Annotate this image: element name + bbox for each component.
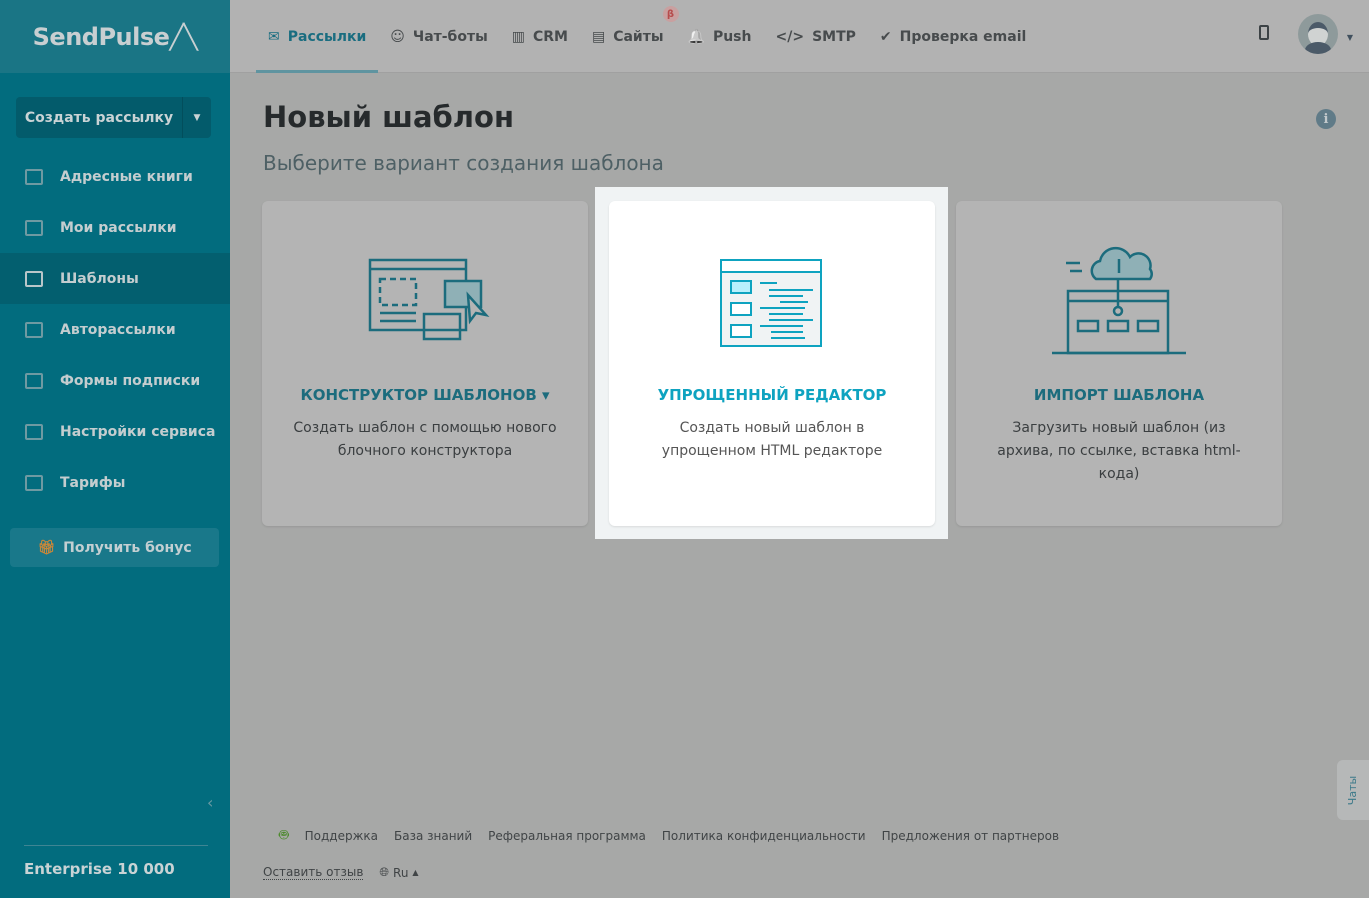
tab-chatbots[interactable]: ☺ Чат-боты bbox=[378, 0, 499, 73]
footer-link-referral[interactable]: Реферальная программа bbox=[488, 829, 646, 843]
sidebar: SendPulse ╱╲ Создать рассылку ▼ Адресные … bbox=[0, 0, 230, 898]
import-template-card[interactable]: ИМПОРТ ШАБЛОНА Загрузить новый шаблон (и… bbox=[956, 201, 1282, 526]
sidebar-item-settings[interactable]: Настройки сервиса bbox=[0, 406, 230, 457]
card-description: Загрузить новый шаблон (из архива, по сс… bbox=[997, 420, 1241, 482]
mail-icon: ✉ bbox=[268, 28, 280, 45]
tab-label: Проверка email bbox=[899, 28, 1027, 45]
sidebar-nav: Адресные книги Мои рассылки Шаблоны Авто… bbox=[0, 151, 230, 508]
create-campaign-label[interactable]: Создать рассылку bbox=[16, 97, 183, 138]
card-description: Создать новый шаблон в упрощенном HTML р… bbox=[661, 420, 883, 459]
sidebar-item-label: Адресные книги bbox=[60, 168, 193, 185]
outbox-icon bbox=[25, 219, 43, 236]
code-icon: </> bbox=[775, 28, 805, 45]
sidebar-item-label: Формы подписки bbox=[60, 372, 201, 389]
plan-name[interactable]: Enterprise 10 000 bbox=[24, 845, 208, 878]
footer-links: 🤖︎ Поддержка База знаний Реферальная про… bbox=[263, 825, 1075, 847]
card-title: УПРОЩЕННЫЙ РЕДАКТОР bbox=[657, 386, 887, 404]
sidebar-item-label: Настройки сервиса bbox=[60, 423, 216, 440]
card-title: КОНСТРУКТОР ШАБЛОНОВ ▾ bbox=[300, 386, 550, 404]
sidebar-item-label: Мои рассылки bbox=[60, 219, 177, 236]
page-title: Новый шаблон bbox=[263, 100, 515, 134]
tab-label: Рассылки bbox=[287, 28, 367, 45]
sidebar-item-address-books[interactable]: Адресные книги bbox=[0, 151, 230, 202]
import-illustration-icon bbox=[1052, 246, 1186, 355]
sidebar-item-label: Шаблоны bbox=[60, 270, 139, 287]
info-icon[interactable]: i bbox=[1316, 109, 1336, 129]
card-description: Создать шаблон с помощью нового блочного… bbox=[293, 420, 557, 459]
sidebar-item-label: Тарифы bbox=[60, 474, 126, 491]
footer-link-privacy[interactable]: Политика конфиденциальности bbox=[662, 829, 866, 843]
get-bonus-button[interactable]: 🎁︎ Получить бонус bbox=[10, 528, 219, 567]
html-editor-illustration-icon bbox=[720, 259, 822, 347]
address-book-icon bbox=[25, 168, 43, 185]
get-bonus-label: Получить бонус bbox=[63, 539, 192, 556]
crm-icon: ▥ bbox=[511, 28, 525, 45]
tab-label: Push bbox=[712, 28, 752, 45]
android-icon[interactable]: 🤖︎ bbox=[279, 825, 289, 847]
tab-push[interactable]: 🔔 Push bbox=[676, 0, 764, 73]
tab-label: Чат-боты bbox=[412, 28, 488, 45]
sidebar-item-pricing[interactable]: Тарифы bbox=[0, 457, 230, 508]
template-builder-card[interactable]: КОНСТРУКТОР ШАБЛОНОВ ▾ Создать шаблон с … bbox=[262, 201, 588, 526]
page-subtitle: Выберите вариант создания шаблона bbox=[263, 151, 664, 175]
footer-link-support[interactable]: Поддержка bbox=[305, 829, 378, 843]
chevron-up-icon[interactable]: ▲ bbox=[412, 868, 418, 877]
tab-label: CRM bbox=[532, 28, 568, 45]
settings-icon bbox=[25, 423, 43, 440]
check-icon: ✔ bbox=[879, 28, 892, 45]
chevron-down-icon[interactable]: ▼ bbox=[183, 97, 211, 138]
chats-label: Чаты bbox=[1346, 775, 1360, 805]
sidebar-item-automation[interactable]: Авторассылки bbox=[0, 304, 230, 355]
pulse-icon: ╱╲ bbox=[169, 22, 198, 51]
chevron-down-icon[interactable]: ▼ bbox=[1347, 33, 1353, 42]
footer-link-partners[interactable]: Предложения от партнеров bbox=[882, 829, 1059, 843]
feedback-link[interactable]: Оставить отзыв bbox=[263, 865, 364, 880]
top-bar: ✉ Рассылки ☺ Чат-боты ▥ CRM ▤ Сайты β 🔔 Push <… bbox=[230, 0, 1369, 73]
chatbot-icon: ☺ bbox=[390, 28, 405, 45]
chats-tab[interactable]: Чаты bbox=[1337, 760, 1369, 820]
sidebar-item-my-campaigns[interactable]: Мои рассылки bbox=[0, 202, 230, 253]
globe-icon: 🌐︎ bbox=[379, 865, 390, 879]
logo-text: SendPulse bbox=[32, 22, 170, 51]
language-selector[interactable]: Ru bbox=[393, 866, 408, 880]
automation-icon bbox=[25, 321, 43, 338]
footer-secondary: Оставить отзыв 🌐︎ Ru ▲ bbox=[263, 865, 419, 880]
logo[interactable]: SendPulse ╱╲ bbox=[0, 0, 230, 73]
avatar[interactable] bbox=[1298, 14, 1338, 54]
card-title: ИМПОРТ ШАБЛОНА bbox=[1033, 386, 1205, 404]
tab-sites[interactable]: ▤ Сайты β bbox=[580, 0, 679, 73]
mobile-app-icon[interactable] bbox=[1259, 25, 1269, 40]
simple-editor-card[interactable]: УПРОЩЕННЫЙ РЕДАКТОР Создать новый шаблон… bbox=[609, 201, 935, 526]
tab-label: SMTP bbox=[812, 28, 856, 45]
site-icon: ▤ bbox=[591, 28, 606, 45]
builder-illustration-icon bbox=[368, 258, 490, 341]
sidebar-item-templates[interactable]: Шаблоны bbox=[0, 253, 230, 304]
sidebar-item-label: Авторассылки bbox=[60, 321, 176, 338]
tab-campaigns[interactable]: ✉ Рассылки bbox=[256, 0, 379, 73]
footer-link-knowledge-base[interactable]: База знаний bbox=[394, 829, 472, 843]
bell-icon: 🔔 bbox=[687, 28, 705, 45]
templates-icon bbox=[25, 270, 43, 287]
create-campaign-button[interactable]: Создать рассылку ▼ bbox=[16, 97, 211, 138]
wallet-icon bbox=[25, 474, 43, 491]
tab-email-verification[interactable]: ✔ Проверка email bbox=[868, 0, 1038, 73]
tab-label: Сайты bbox=[613, 28, 664, 45]
sidebar-item-forms[interactable]: Формы подписки bbox=[0, 355, 230, 406]
tab-smtp[interactable]: </> SMTP bbox=[763, 0, 867, 73]
tab-crm[interactable]: ▥ CRM bbox=[500, 0, 580, 73]
form-icon bbox=[25, 372, 43, 389]
gift-icon: 🎁︎ bbox=[37, 539, 56, 556]
collapse-sidebar-icon[interactable]: ‹ bbox=[207, 793, 213, 812]
